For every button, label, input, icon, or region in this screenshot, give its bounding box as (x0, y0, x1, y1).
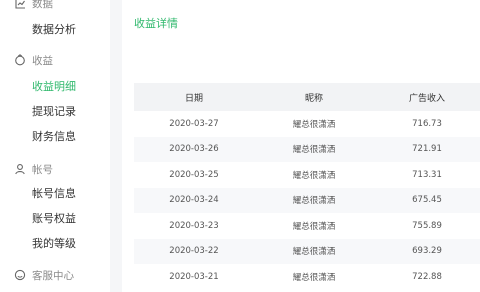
cell-date: 2020-03-24 (169, 195, 219, 206)
income-table: 日期 昵称 广告收入 2020-03-27 耀总很潇洒 716.73 2020-… (134, 83, 480, 290)
cell-nickname: 耀总很潇洒 (292, 119, 336, 130)
cell-ad-income: 713.31 (412, 169, 442, 180)
sidebar-item-income-detail[interactable]: 收益明细 (32, 79, 76, 95)
cell-date: 2020-03-22 (169, 246, 219, 257)
sidebar: 数据 数据分析 收益 收益明细 提现记录 财务信息 帐号 帐号信息 账号权益 我… (0, 0, 110, 292)
cell-ad-income: 755.89 (412, 220, 442, 231)
service-icon (14, 269, 26, 281)
sidebar-item-account-info[interactable]: 帐号信息 (32, 186, 76, 202)
cell-date: 2020-03-25 (169, 169, 219, 180)
sidebar-item-finance-info[interactable]: 财务信息 (32, 129, 76, 145)
table-row: 2020-03-25 耀总很潇洒 713.31 (134, 162, 480, 188)
page-title: 收益详情 (134, 17, 178, 30)
main-panel: 收益详情 日期 昵称 广告收入 2020-03-27 耀总很潇洒 716.73 … (122, 0, 480, 292)
cell-ad-income: 693.29 (412, 246, 442, 257)
sidebar-item-account-rights[interactable]: 账号权益 (32, 211, 76, 227)
cell-ad-income: 675.45 (412, 195, 442, 206)
cell-ad-income: 722.88 (412, 271, 442, 282)
table-row: 2020-03-22 耀总很潇洒 693.29 (134, 238, 480, 264)
column-header-date: 日期 (184, 93, 203, 104)
section-label: 数据 (32, 0, 53, 10)
cell-nickname: 耀总很潇洒 (292, 247, 336, 258)
section-label: 客服中心 (32, 269, 74, 282)
cell-ad-income: 716.73 (412, 118, 442, 129)
sidebar-item-my-level[interactable]: 我的等级 (32, 236, 76, 252)
section-label: 帐号 (32, 163, 53, 176)
chart-icon (14, 0, 26, 9)
cell-date: 2020-03-26 (169, 144, 219, 155)
sidebar-item-data-analysis[interactable]: 数据分析 (32, 22, 76, 38)
section-income[interactable]: 收益 (14, 52, 53, 68)
table-row: 2020-03-24 耀总很潇洒 675.45 (134, 187, 480, 213)
cell-date: 2020-03-21 (169, 271, 219, 282)
cell-nickname: 耀总很潇洒 (292, 170, 336, 181)
cell-nickname: 耀总很潇洒 (292, 145, 336, 156)
column-header-ad-income: 广告收入 (408, 93, 445, 104)
cell-ad-income: 721.91 (412, 144, 442, 155)
table-row: 2020-03-27 耀总很潇洒 716.73 (134, 111, 480, 137)
cell-date: 2020-03-23 (169, 220, 219, 231)
column-header-nickname: 昵称 (304, 93, 323, 104)
section-customer-service[interactable]: 客服中心 (14, 267, 74, 283)
table-row: 2020-03-26 耀总很潇洒 721.91 (134, 136, 480, 162)
wallet-icon (14, 54, 26, 66)
cell-nickname: 耀总很潇洒 (292, 221, 336, 232)
sidebar-item-withdraw-record[interactable]: 提现记录 (32, 104, 76, 120)
cell-nickname: 耀总很潇洒 (292, 196, 336, 207)
section-account[interactable]: 帐号 (14, 161, 53, 177)
section-label: 收益 (32, 54, 53, 67)
table-header: 日期 昵称 广告收入 (134, 83, 480, 111)
cell-date: 2020-03-27 (169, 118, 219, 129)
table-row: 2020-03-23 耀总很潇洒 755.89 (134, 213, 480, 239)
table-row: 2020-03-21 耀总很潇洒 722.88 (134, 264, 480, 290)
user-icon (14, 163, 26, 175)
section-data[interactable]: 数据 (14, 0, 53, 11)
cell-nickname: 耀总很潇洒 (292, 272, 336, 283)
